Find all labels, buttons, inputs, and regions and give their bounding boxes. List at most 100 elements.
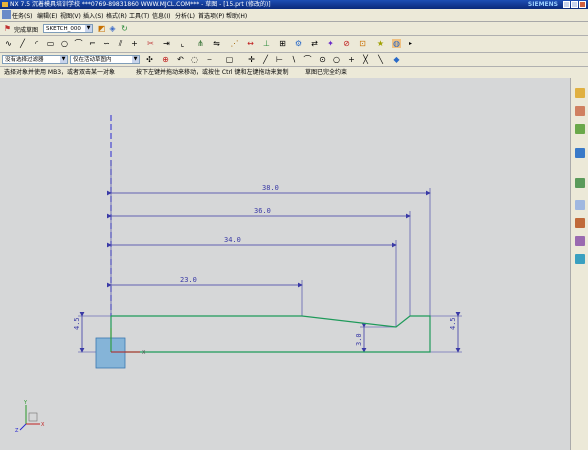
menu-preferences[interactable]: 首选项(P) bbox=[198, 11, 224, 20]
close-button[interactable] bbox=[579, 1, 586, 8]
circle-icon[interactable]: ○ bbox=[60, 39, 69, 48]
maximize-button[interactable] bbox=[571, 1, 578, 8]
alternate-solution-icon[interactable]: ⊘ bbox=[342, 39, 351, 48]
assembly-navigator-icon[interactable] bbox=[575, 88, 585, 98]
mirror-curve-icon[interactable]: ⇋ bbox=[212, 39, 221, 48]
history-icon[interactable] bbox=[575, 218, 585, 228]
app-menu-icon[interactable] bbox=[2, 10, 11, 19]
minimize-button[interactable] bbox=[563, 1, 570, 8]
reuse-library-icon[interactable] bbox=[575, 148, 585, 158]
menu-info[interactable]: 信息(I) bbox=[152, 11, 170, 20]
finish-sketch-label[interactable]: 完成草图 bbox=[14, 25, 38, 34]
wcs-y-label: Y bbox=[23, 400, 28, 406]
point-icon[interactable]: + bbox=[130, 39, 139, 48]
delay-evaluation-icon[interactable]: ◍ bbox=[392, 39, 401, 48]
select-all-icon[interactable]: ⊕ bbox=[161, 55, 170, 64]
geometric-constraint-icon[interactable]: ⊥ bbox=[262, 39, 271, 48]
snap-center-icon[interactable]: ⊙ bbox=[318, 55, 327, 64]
sketch-drawing[interactable]: 38.0 36.0 34.0 23.0 4.5 4.5 3.0 X Y X Z bbox=[0, 78, 570, 450]
hd3d-tools-icon[interactable] bbox=[575, 178, 585, 188]
infer-settings-icon[interactable]: ⊡ bbox=[358, 39, 367, 48]
sketch-curve-toolbar: ∿ ╱ ◜ ▭ ○ ⌒ ⌐ ∽ ⫽ + ✂ ⇥ ⌞ ⋔ ⇋ ⋰ ↔ ⊥ ⊞ ⚙ … bbox=[0, 36, 588, 53]
reattach-icon[interactable]: ◈ bbox=[108, 24, 117, 33]
menu-view[interactable]: 视图(V) bbox=[60, 11, 81, 20]
snap-midpoint-icon[interactable]: ⊢ bbox=[275, 55, 284, 64]
snap-body-icon[interactable]: ◆ bbox=[392, 55, 401, 64]
resource-bar bbox=[570, 78, 588, 450]
line-icon[interactable]: ╱ bbox=[18, 39, 27, 48]
make-corner-icon[interactable]: ⌞ bbox=[178, 39, 187, 48]
sketch-style-icon[interactable]: ★ bbox=[376, 39, 385, 48]
type-filter-select[interactable]: 没有选择过滤器 ▼ bbox=[2, 55, 68, 64]
chamfer-icon[interactable]: ⌐ bbox=[88, 39, 97, 48]
cue-prompt: 选择对象并使用 MB3，或者双击某一对象 bbox=[4, 69, 116, 76]
snap-tangent-icon[interactable]: ∖ bbox=[289, 55, 298, 64]
derived-lines-icon[interactable]: ⋔ bbox=[196, 39, 205, 48]
sketch-name-value: SKETCH_000 bbox=[46, 26, 81, 32]
dimension-23[interactable]: 23.0 bbox=[180, 276, 197, 284]
rectangle-select-icon[interactable]: ▢ bbox=[225, 55, 234, 64]
snap-endpoint-icon[interactable]: ✛ bbox=[247, 55, 256, 64]
menu-tools[interactable]: 工具(T) bbox=[129, 11, 149, 20]
toolbar-overflow-icon[interactable]: ▸ bbox=[406, 39, 415, 48]
selection-scope-select[interactable]: 仅在活动草图内 ▼ bbox=[70, 55, 140, 64]
dimension-lines bbox=[79, 190, 461, 353]
orient-view-icon[interactable]: ◩ bbox=[97, 24, 106, 33]
roles-icon[interactable] bbox=[575, 254, 585, 264]
pattern-curve-icon[interactable]: ⋰ bbox=[230, 39, 239, 48]
auto-constrain-icon[interactable]: ⚙ bbox=[294, 39, 303, 48]
general-selection-icon[interactable]: ✣ bbox=[145, 55, 154, 64]
inferred-dimension-icon[interactable]: ↔ bbox=[246, 39, 255, 48]
menu-edit[interactable]: 编辑(E) bbox=[37, 11, 57, 20]
web-browser-icon[interactable] bbox=[575, 200, 585, 210]
select-lasso-icon[interactable]: ◌ bbox=[190, 55, 199, 64]
snap-intersection-icon[interactable]: ╳ bbox=[361, 55, 370, 64]
convert-reference-icon[interactable]: ⇄ bbox=[310, 39, 319, 48]
selection-scope-value: 仅在活动草图内 bbox=[73, 57, 112, 63]
dimension-34[interactable]: 34.0 bbox=[224, 236, 241, 244]
wcs-x-label: X bbox=[41, 422, 45, 428]
rectangle-icon[interactable]: ▭ bbox=[46, 39, 55, 48]
profile-icon[interactable]: ∿ bbox=[4, 39, 13, 48]
dimension-left-height[interactable]: 4.5 bbox=[73, 317, 81, 330]
studio-spline-icon[interactable]: ∽ bbox=[102, 39, 111, 48]
snap-quadrant-icon[interactable]: ○ bbox=[332, 55, 341, 64]
dimension-step-height[interactable]: 3.0 bbox=[355, 333, 363, 346]
offset-curve-icon[interactable]: ⫽ bbox=[116, 39, 125, 48]
menu-analysis[interactable]: 分析(L) bbox=[175, 11, 195, 20]
dimension-36[interactable]: 36.0 bbox=[254, 207, 271, 215]
title-bar: NX 7.5 沉着模具培训学校 ***0769-89831860 WWW.MJC… bbox=[0, 0, 588, 9]
dimension-38[interactable]: 38.0 bbox=[262, 184, 279, 192]
menu-task[interactable]: 任务(S) bbox=[12, 11, 33, 20]
snap-point-icon[interactable]: + bbox=[347, 55, 356, 64]
animate-dimension-icon[interactable]: ✦ bbox=[326, 39, 335, 48]
update-model-icon[interactable]: ↻ bbox=[120, 24, 129, 33]
fillet-icon[interactable]: ⌒ bbox=[74, 39, 83, 48]
finish-sketch-flag-icon[interactable]: ⚑ bbox=[3, 24, 12, 33]
menu-help[interactable]: 帮助(H) bbox=[226, 11, 247, 20]
graphics-window[interactable]: 38.0 36.0 34.0 23.0 4.5 4.5 3.0 X Y X Z bbox=[0, 78, 570, 450]
chevron-down-icon: ▼ bbox=[85, 25, 92, 32]
system-materials-icon[interactable] bbox=[575, 236, 585, 246]
constraint-navigator-icon[interactable] bbox=[575, 106, 585, 116]
sketch-task-toolbar: ⚑ 完成草图 SKETCH_000 ▼ ◩ ◈ ↻ bbox=[0, 22, 588, 36]
menu-format[interactable]: 格式(R) bbox=[106, 11, 127, 20]
arc-icon[interactable]: ◜ bbox=[32, 39, 41, 48]
menu-insert[interactable]: 插入(S) bbox=[83, 11, 104, 20]
menu-bar: 任务(S) 编辑(E) 视图(V) 插入(S) 格式(R) 工具(T) 信息(I… bbox=[0, 9, 588, 22]
sketch-name-select[interactable]: SKETCH_000 ▼ bbox=[43, 24, 93, 33]
show-constraints-icon[interactable]: ⊞ bbox=[278, 39, 287, 48]
selection-toolbar: 没有选择过滤器 ▼ 仅在活动草图内 ▼ ✣ ⊕ ↶ ◌ ⎯ ▢ ✛ ╱ ⊢ ∖ … bbox=[0, 53, 588, 67]
cue-hint: 按下左键并拖动来移动，或按住 Ctrl 键和左键拖动来复制 bbox=[136, 69, 289, 76]
snap-arc-icon[interactable]: ⌒ bbox=[303, 55, 312, 64]
snap-line-icon[interactable]: ╱ bbox=[261, 55, 270, 64]
dimension-right-height[interactable]: 4.5 bbox=[449, 317, 457, 330]
part-navigator-icon[interactable] bbox=[575, 124, 585, 134]
quick-trim-icon[interactable]: ✂ bbox=[146, 39, 155, 48]
snap-curve-icon[interactable]: ╲ bbox=[376, 55, 385, 64]
sketch-profile[interactable] bbox=[111, 315, 431, 353]
curve-rule-icon[interactable]: ⎯ bbox=[205, 55, 214, 64]
siemens-brand: SIEMENS bbox=[527, 1, 558, 8]
undo-selection-icon[interactable]: ↶ bbox=[176, 55, 185, 64]
quick-extend-icon[interactable]: ⇥ bbox=[162, 39, 171, 48]
